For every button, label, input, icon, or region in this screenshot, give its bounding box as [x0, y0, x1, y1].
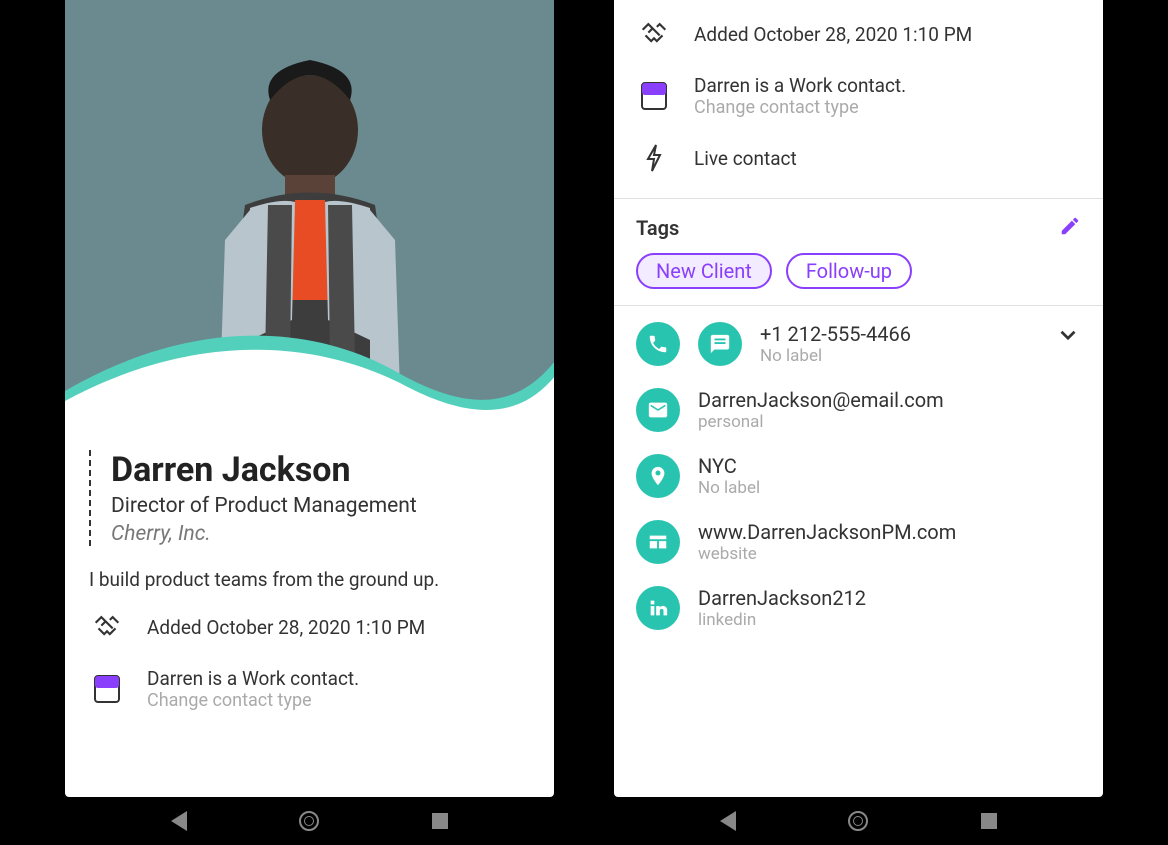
linkedin-value: DarrenJackson212 — [698, 586, 866, 610]
website-label: website — [698, 544, 956, 564]
phone-value: +1 212-555-4466 — [760, 322, 911, 346]
edit-tags-button[interactable] — [1059, 215, 1081, 241]
contact-type-text: Darren is a Work contact. — [147, 667, 359, 690]
nav-recent-icon[interactable] — [432, 813, 448, 829]
profile-card-screen: Darren Jackson Director of Product Manag… — [65, 0, 554, 797]
nav-home-icon[interactable] — [848, 811, 868, 831]
divider — [614, 305, 1103, 306]
location-label: No label — [698, 478, 760, 498]
tags-row: New Client Follow-up — [636, 253, 1081, 289]
phone-icon[interactable] — [636, 322, 680, 366]
tags-header: Tags — [636, 216, 679, 240]
change-contact-type-link-right[interactable]: Change contact type — [694, 97, 906, 118]
contact-type-text-right: Darren is a Work contact. — [694, 74, 906, 97]
handshake-icon — [636, 16, 672, 52]
card-stack-icon — [89, 671, 125, 707]
profile-company: Cherry, Inc. — [111, 522, 530, 546]
added-text: Added October 28, 2020 1:10 PM — [147, 616, 425, 639]
added-row: Added October 28, 2020 1:10 PM — [89, 609, 530, 645]
added-text-right: Added October 28, 2020 1:10 PM — [694, 23, 972, 46]
message-icon[interactable] — [698, 322, 742, 366]
phone-label: No label — [760, 346, 911, 366]
phone-row[interactable]: +1 212-555-4466 No label — [636, 322, 1081, 366]
nav-back-icon[interactable] — [171, 811, 187, 831]
hero-wave — [65, 311, 554, 430]
contact-details-screen: Added October 28, 2020 1:10 PM Darren is… — [614, 0, 1103, 797]
website-value: www.DarrenJacksonPM.com — [698, 520, 956, 544]
divider — [614, 198, 1103, 199]
website-icon[interactable] — [636, 520, 680, 564]
phone-right: Added October 28, 2020 1:10 PM Darren is… — [614, 0, 1103, 845]
location-value: NYC — [698, 454, 760, 478]
tag-follow-up[interactable]: Follow-up — [786, 253, 912, 289]
nav-recent-icon[interactable] — [981, 813, 997, 829]
profile-name: Darren Jackson — [111, 450, 530, 490]
chevron-down-icon[interactable] — [1055, 322, 1081, 352]
live-contact-text: Live contact — [694, 147, 797, 170]
profile-bio: I build product teams from the ground up… — [89, 568, 530, 591]
added-row-right: Added October 28, 2020 1:10 PM — [636, 16, 1081, 52]
linkedin-row[interactable]: DarrenJackson212 linkedin — [636, 586, 1081, 630]
email-row[interactable]: DarrenJackson@email.com personal — [636, 388, 1081, 432]
profile-title: Director of Product Management — [111, 494, 530, 518]
name-block: Darren Jackson Director of Product Manag… — [89, 450, 530, 546]
location-icon[interactable] — [636, 454, 680, 498]
linkedin-label: linkedin — [698, 610, 866, 630]
website-row[interactable]: www.DarrenJacksonPM.com website — [636, 520, 1081, 564]
change-contact-type-link[interactable]: Change contact type — [147, 690, 359, 711]
location-row[interactable]: NYC No label — [636, 454, 1081, 498]
card-stack-icon — [636, 78, 672, 114]
android-navbar-left — [65, 797, 554, 845]
email-label: personal — [698, 412, 944, 432]
contact-type-row[interactable]: Darren is a Work contact. Change contact… — [89, 667, 530, 711]
live-contact-row: Live contact — [636, 140, 1081, 176]
handshake-icon — [89, 609, 125, 645]
tag-new-client[interactable]: New Client — [636, 253, 772, 289]
linkedin-icon[interactable] — [636, 586, 680, 630]
lightning-icon — [636, 140, 672, 176]
contact-type-row-right[interactable]: Darren is a Work contact. Change contact… — [636, 74, 1081, 118]
android-navbar-right — [614, 797, 1103, 845]
phone-left: Darren Jackson Director of Product Manag… — [65, 0, 554, 845]
nav-home-icon[interactable] — [299, 811, 319, 831]
email-value: DarrenJackson@email.com — [698, 388, 944, 412]
nav-back-icon[interactable] — [720, 811, 736, 831]
profile-hero — [65, 0, 554, 430]
email-icon[interactable] — [636, 388, 680, 432]
